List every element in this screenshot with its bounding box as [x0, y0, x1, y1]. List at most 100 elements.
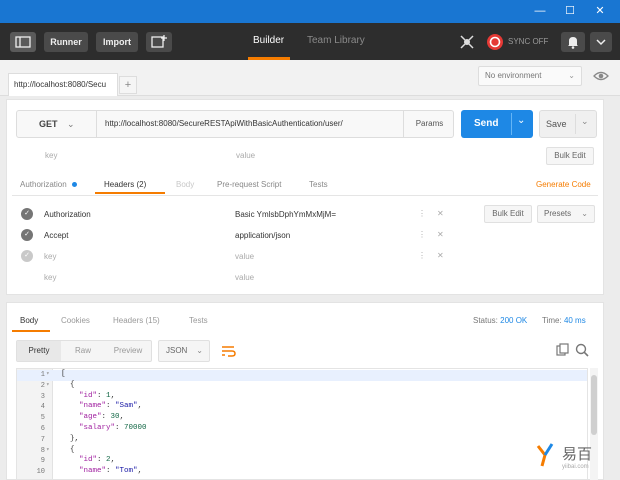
- minimize-button[interactable]: —: [530, 3, 550, 19]
- fold-arrow-icon[interactable]: ▾: [46, 446, 50, 453]
- param-key-input[interactable]: key: [45, 151, 57, 160]
- header-key-input[interactable]: key: [44, 273, 56, 282]
- body-tab-indicator: [12, 330, 50, 332]
- response-status: Status: 200 OK: [473, 316, 527, 325]
- response-body-editor[interactable]: 1 ▾[2 ▾ {3 "id": 1, 4 "name": "Sam", 5 "age"…: [16, 368, 588, 480]
- drag-handle-icon[interactable]: ⋮: [418, 251, 426, 260]
- presets-label: Presets: [544, 209, 572, 218]
- header-value-input[interactable]: value: [235, 252, 254, 261]
- fold-arrow-icon[interactable]: ▾: [46, 370, 50, 377]
- response-tab-tests[interactable]: Tests: [189, 316, 208, 325]
- header-row: ✓ key value ⋮ ✕: [16, 246, 444, 266]
- sidebar-toggle-button[interactable]: [10, 32, 36, 52]
- line-number: 6: [40, 425, 45, 433]
- window-titlebar: — ☐ ✕: [0, 0, 620, 23]
- header-value-input[interactable]: value: [235, 273, 254, 282]
- pretty-button[interactable]: Pretty: [17, 341, 61, 361]
- copy-button[interactable]: [554, 342, 570, 358]
- param-value-input[interactable]: value: [236, 151, 255, 160]
- headers-bulk-edit-button[interactable]: Bulk Edit: [484, 205, 532, 223]
- presets-button[interactable]: Presets ⌄: [537, 205, 595, 223]
- active-line-highlight: [17, 370, 587, 381]
- environment-select[interactable]: No environment ⌄: [478, 66, 582, 86]
- generate-code-link[interactable]: Generate Code: [536, 180, 591, 189]
- code-line: },: [61, 434, 80, 443]
- header-row: ✓ Authorization Basic YmlsbDphYmMxMjM= ⋮…: [16, 204, 444, 224]
- raw-button[interactable]: Raw: [65, 341, 101, 361]
- header-enabled-checkbox[interactable]: ✓: [21, 250, 33, 262]
- watermark-sub: yiibai.com: [562, 464, 589, 470]
- header-key[interactable]: Authorization: [44, 210, 91, 219]
- copy-icon: [556, 343, 569, 356]
- code-line: "id": 1,: [79, 391, 116, 400]
- tab-headers[interactable]: Headers (2): [104, 180, 146, 189]
- environment-value: No environment: [485, 71, 542, 80]
- response-tab-headers[interactable]: Headers (15): [113, 316, 160, 325]
- format-select[interactable]: JSON ⌄: [158, 340, 210, 362]
- runner-button[interactable]: Runner: [44, 32, 88, 52]
- chevron-down-icon: ⌄: [196, 346, 203, 355]
- notifications-button[interactable]: [561, 32, 585, 52]
- close-icon[interactable]: ✕: [437, 209, 444, 218]
- wrap-lines-icon: [222, 346, 236, 357]
- yiibai-logo-icon: [536, 443, 554, 467]
- header-enabled-checkbox[interactable]: ✓: [21, 229, 33, 241]
- search-button[interactable]: [574, 342, 590, 358]
- new-window-button[interactable]: [146, 32, 172, 52]
- import-button[interactable]: Import: [96, 32, 138, 52]
- response-tab-cookies[interactable]: Cookies: [61, 316, 90, 325]
- request-tab[interactable]: http://localhost:8080/Secu: [8, 73, 118, 96]
- tab-tests[interactable]: Tests: [309, 180, 328, 189]
- header-key-input[interactable]: key: [44, 252, 56, 261]
- maximize-button[interactable]: ☐: [560, 3, 580, 19]
- tab-builder[interactable]: Builder: [253, 35, 284, 46]
- wrap-lines-button[interactable]: [218, 341, 238, 361]
- save-divider: [575, 114, 576, 134]
- send-label: Send: [474, 118, 499, 129]
- tab-authorization[interactable]: Authorization: [20, 180, 77, 189]
- line-number: 1: [40, 371, 45, 379]
- params-bulk-edit-button[interactable]: Bulk Edit: [546, 147, 594, 165]
- close-button[interactable]: ✕: [590, 3, 610, 19]
- new-tab-button[interactable]: +: [119, 76, 137, 94]
- header-enabled-checkbox[interactable]: ✓: [21, 208, 33, 220]
- response-tab-body[interactable]: Body: [20, 316, 38, 325]
- scrollbar-thumb[interactable]: [591, 375, 597, 435]
- chevron-down-icon[interactable]: ⌄: [517, 115, 525, 126]
- settings-menu-button[interactable]: [590, 32, 612, 52]
- watermark-brand: 易百: [562, 445, 593, 463]
- eye-icon[interactable]: [592, 68, 610, 84]
- tab-team-library[interactable]: Team Library: [307, 35, 365, 46]
- header-value[interactable]: application/json: [235, 231, 290, 240]
- status-value: 200 OK: [500, 316, 528, 325]
- line-number: 2: [40, 381, 45, 390]
- chevron-down-icon[interactable]: ⌄: [581, 116, 589, 127]
- chevron-down-icon: ⌄: [568, 71, 575, 80]
- time-value: 40 ms: [563, 316, 586, 325]
- fold-arrow-icon[interactable]: ▾: [46, 381, 50, 388]
- header-value[interactable]: Basic YmlsbDphYmMxMjM=: [235, 210, 336, 219]
- method-select[interactable]: GET ⌄: [17, 111, 97, 137]
- sync-status-button[interactable]: [486, 33, 504, 51]
- drag-handle-icon[interactable]: ⋮: [418, 230, 426, 239]
- response-time: Time: 40 ms: [542, 316, 586, 325]
- tab-body[interactable]: Body: [176, 180, 194, 189]
- tab-prerequest-script[interactable]: Pre-request Script: [217, 180, 281, 189]
- drag-handle-icon[interactable]: ⋮: [418, 209, 426, 218]
- send-button[interactable]: Send ⌄: [461, 110, 533, 138]
- code-line: "id": 2,: [79, 456, 116, 465]
- status-label: Status:: [473, 316, 498, 325]
- close-icon[interactable]: ✕: [437, 230, 444, 239]
- interceptor-button[interactable]: [458, 33, 476, 51]
- view-mode-group: Pretty Raw Preview: [16, 340, 152, 362]
- method-value: GET: [39, 119, 58, 129]
- params-button[interactable]: Params: [403, 111, 455, 137]
- header-key[interactable]: Accept: [44, 231, 68, 240]
- line-number: 9: [40, 457, 45, 466]
- url-input[interactable]: http://localhost:8080/SecureRESTApiWithB…: [105, 111, 343, 137]
- close-icon[interactable]: ✕: [437, 251, 444, 260]
- watermark-logo: 易百 yiibai.com: [536, 440, 616, 478]
- save-button[interactable]: Save ⌄: [539, 110, 597, 138]
- code-line: {: [61, 445, 75, 454]
- preview-button[interactable]: Preview: [105, 341, 151, 361]
